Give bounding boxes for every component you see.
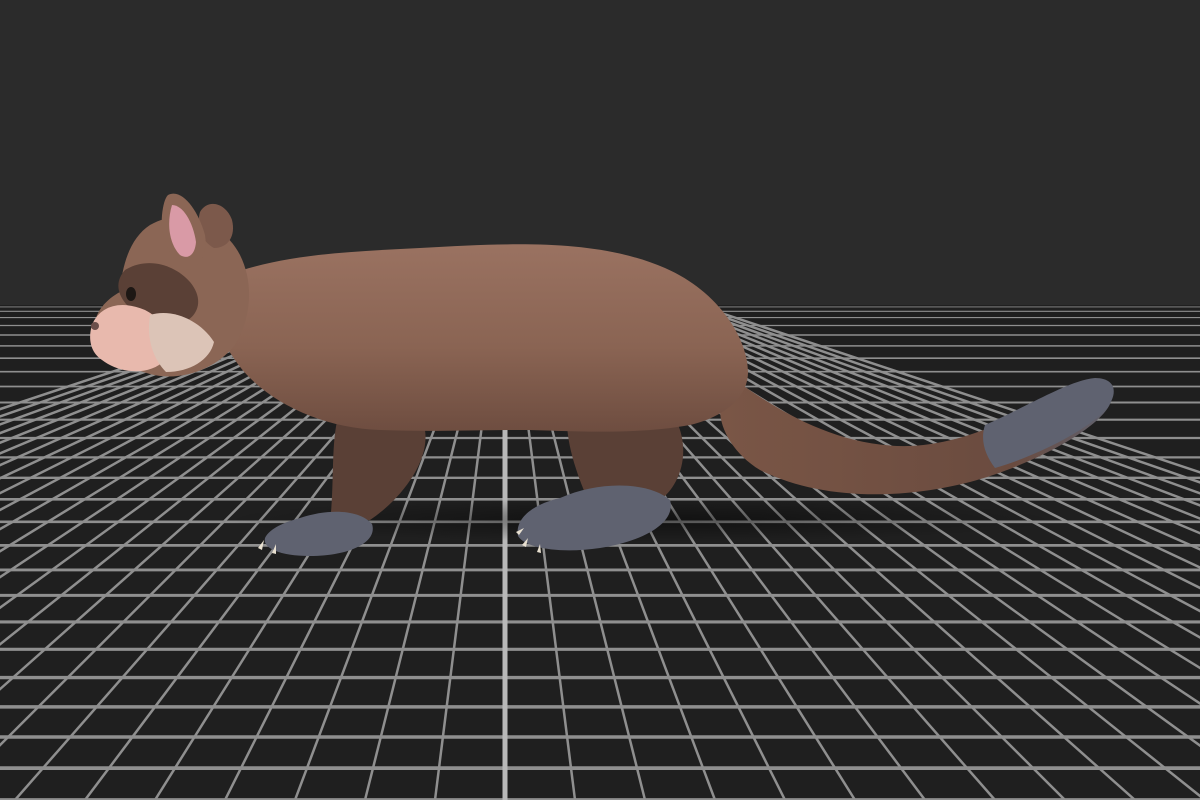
3d-viewport[interactable] — [0, 0, 1200, 800]
ferret-nose — [91, 322, 99, 330]
scene-canvas[interactable] — [0, 0, 1200, 800]
ferret-body — [204, 244, 748, 432]
ferret-eye — [126, 287, 136, 301]
